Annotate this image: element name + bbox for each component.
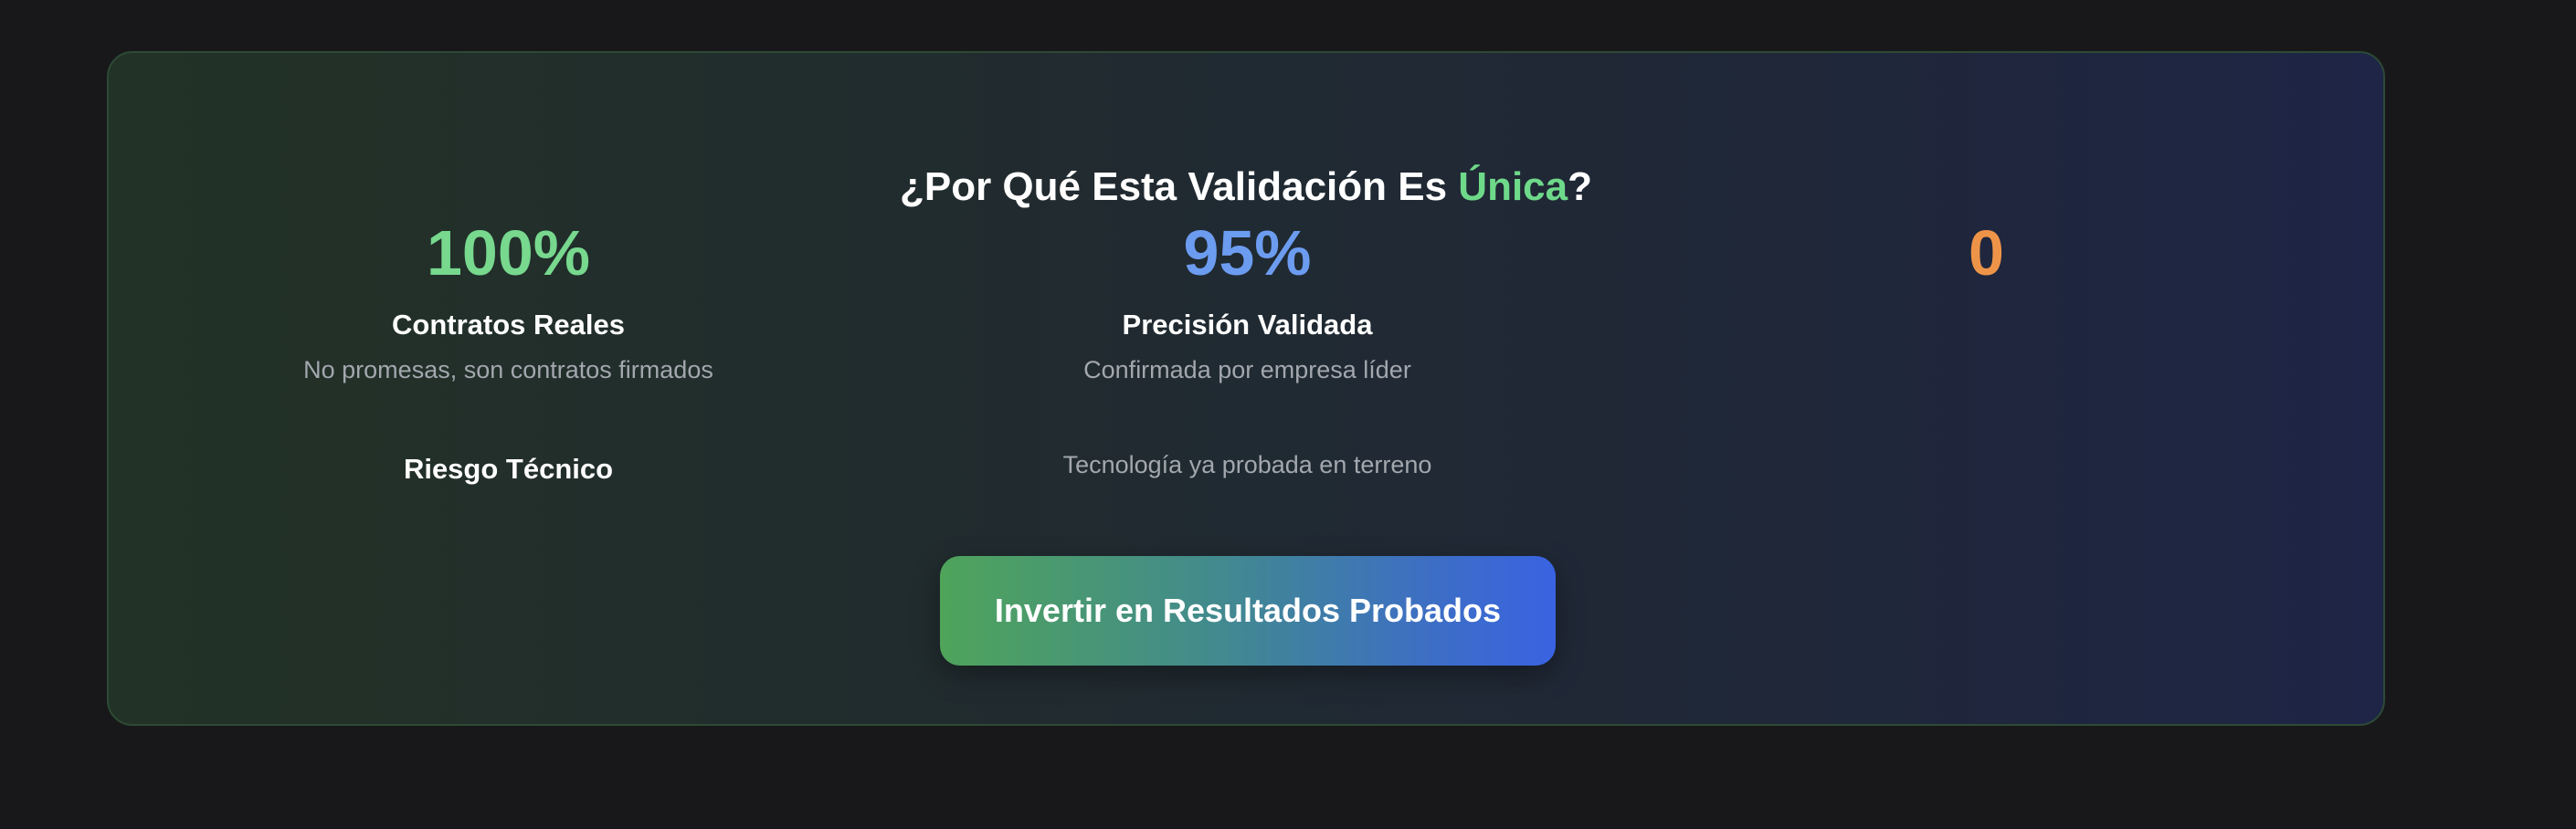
stat-value: 0 [1969,217,2004,289]
stat-description-risk: Tecnología ya probada en terreno [1062,451,1432,478]
stat-label: Precisión Validada [1122,309,1373,341]
stat-value: 100% [426,217,591,289]
section-title: ¿Por Qué Esta Validación Es Única? [109,164,2383,210]
stat-value: 95% [1183,217,1312,289]
stat-contracts: 100% Contratos Reales No promesas, son c… [139,221,878,384]
title-highlight: Única [1458,164,1568,209]
stat-description: Confirmada por empresa líder [1083,356,1411,383]
stat-precision: 95% Precisión Validada Confirmada por em… [878,221,1617,384]
stat-label: Contratos Reales [392,309,625,341]
invest-button[interactable]: Invertir en Resultados Probados [940,556,1556,666]
title-suffix: ? [1568,164,1593,209]
stat-description: No promesas, son contratos firmados [303,356,713,383]
stat-risk: 0 [1617,221,2356,285]
title-text: ¿Por Qué Esta Validación Es [899,164,1459,209]
stat-label-risk: Riesgo Técnico [403,453,614,485]
validation-card: ¿Por Qué Esta Validación Es Única? 100% … [107,51,2385,726]
